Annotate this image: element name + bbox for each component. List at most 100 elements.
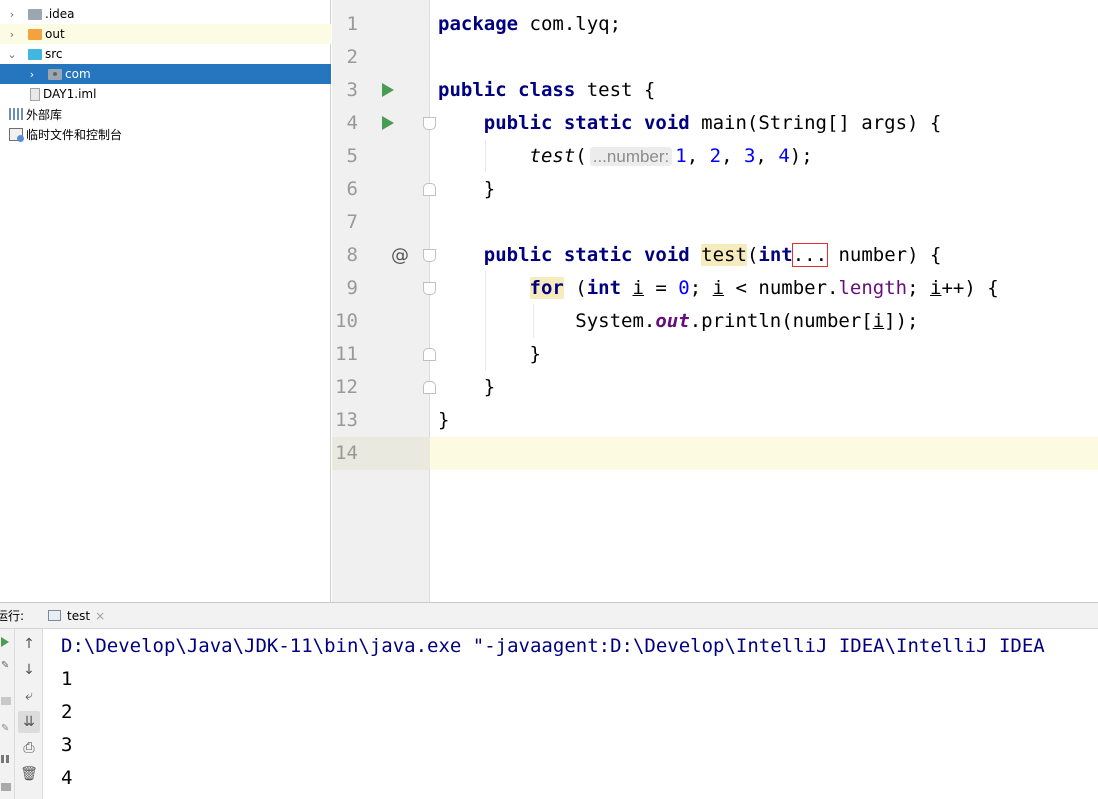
code-token: ; (689, 277, 713, 299)
code-text: } (438, 404, 449, 437)
tree-item-label: 外部库 (26, 107, 63, 122)
stop-icon[interactable] (1, 697, 11, 705)
code-token: ]); (884, 310, 919, 332)
chevron-right-icon[interactable]: › (6, 8, 18, 21)
static-field: out (655, 310, 690, 332)
console-tab-icon (48, 610, 62, 621)
line-number: 3 (346, 79, 358, 101)
print-icon[interactable]: ⎙ (18, 737, 40, 759)
code-token: ++) { (941, 277, 999, 299)
code-text: public static void test(int... number) { (438, 239, 941, 272)
keyword: int (758, 244, 793, 266)
scratch-icon (9, 127, 24, 142)
code-line: 8 @ public static void test(int... numbe… (332, 239, 1098, 272)
pin-icon[interactable]: ✎ (1, 724, 11, 734)
code-text: for (int i = 0; i < number.length; i++) … (438, 272, 999, 305)
close-icon[interactable]: × (95, 609, 105, 623)
run-tab-label: test (67, 608, 91, 623)
method-name: test (701, 244, 747, 266)
settings-icon[interactable] (1, 783, 11, 791)
tree-item-com[interactable]: › com (0, 64, 331, 84)
field: length (838, 277, 908, 299)
library-icon (9, 108, 23, 120)
code-token: } (529, 343, 541, 365)
fold-icon[interactable] (423, 282, 436, 295)
code-line: 5 test(...number: 1, 2, 3, 4); (332, 140, 1098, 173)
tree-item-out[interactable]: › out (0, 24, 331, 44)
keyword: class (518, 79, 576, 101)
keyword: void (643, 112, 690, 134)
folder-icon (28, 8, 42, 20)
console-line: D:\Develop\Java\JDK-11\bin\java.exe "-ja… (61, 635, 1045, 657)
line-number: 1 (346, 13, 358, 35)
variable: i (712, 277, 725, 299)
line-number: 7 (346, 211, 358, 233)
console-line: 2 (61, 701, 73, 723)
code-editor[interactable]: 1 package com.lyq; 2 3 public class test… (332, 0, 1098, 602)
chevron-right-icon[interactable]: › (26, 68, 38, 81)
fold-icon[interactable] (423, 249, 436, 262)
chevron-right-icon[interactable]: › (6, 28, 18, 41)
varargs-highlight: ... (791, 243, 829, 267)
code-text: } (438, 338, 541, 371)
fold-icon[interactable] (423, 117, 436, 130)
code-token: , (721, 145, 744, 167)
code-line: 12 } (332, 371, 1098, 404)
wrench-icon[interactable]: ✎ (1, 661, 11, 671)
run-side-toolbar: ✎ ✎ (0, 629, 15, 799)
code-line: 2 (332, 41, 1098, 74)
code-token: ( (563, 277, 587, 299)
line-number: 13 (335, 409, 358, 431)
keyword: static (563, 112, 633, 134)
code-token: number) { (827, 244, 942, 266)
fold-end-icon[interactable] (423, 381, 436, 394)
arrow-down-icon[interactable]: ↓ (18, 659, 40, 681)
console-output[interactable]: D:\Develop\Java\JDK-11\bin\java.exe "-ja… (43, 629, 1098, 799)
run-panel-label: 运行: (0, 609, 25, 623)
module-file-icon (30, 87, 40, 101)
scroll-to-end-icon[interactable]: ⇊ (18, 711, 40, 733)
tree-item-day1-iml[interactable]: DAY1.iml (0, 84, 331, 104)
code-line: 13 } (332, 404, 1098, 437)
chevron-down-icon[interactable]: ⌄ (6, 48, 18, 61)
keyword: int (586, 277, 622, 299)
run-class-icon[interactable] (382, 83, 394, 97)
tree-item-external-libraries[interactable]: 外部库 (0, 104, 331, 124)
line-number: 4 (346, 112, 358, 134)
fold-end-icon[interactable] (423, 348, 436, 361)
tree-item-scratches[interactable]: 临时文件和控制台 (0, 124, 331, 144)
variable: i (930, 277, 942, 299)
line-number: 10 (335, 310, 358, 332)
code-token: System. (575, 310, 656, 332)
tree-item-label: src (45, 47, 63, 61)
line-number: 2 (346, 46, 358, 68)
run-tab-test[interactable]: test × (44, 602, 109, 629)
code-token: } (483, 178, 496, 200)
code-text: } (438, 173, 495, 206)
soft-wrap-icon[interactable]: ⤶ (18, 685, 40, 707)
code-line: 14 (332, 437, 430, 470)
run-method-icon[interactable] (382, 116, 394, 130)
method-call: test (529, 145, 576, 167)
code-line: 6 } (332, 173, 1098, 206)
code-text: package com.lyq; (438, 8, 621, 41)
fold-end-icon[interactable] (423, 183, 436, 196)
usages-at-icon[interactable]: @ (391, 239, 409, 272)
code-line: 11 } (332, 338, 1098, 371)
tree-item-label: out (45, 27, 65, 41)
code-line: 3 public class test { (332, 74, 1098, 107)
layout-icon[interactable] (1, 755, 11, 763)
keyword: static (563, 244, 633, 266)
number-literal: 0 (678, 277, 690, 299)
code-line: 7 (332, 206, 1098, 239)
tree-item-src[interactable]: ⌄ src (0, 44, 331, 64)
arrow-up-icon[interactable]: ↑ (18, 633, 40, 655)
keyword: package (438, 13, 519, 35)
code-token: main(String[] args) { (689, 112, 942, 134)
trash-icon[interactable]: 🗑 (18, 763, 40, 785)
tree-item-idea[interactable]: › .idea (0, 4, 331, 24)
code-line: 4 public static void main(String[] args)… (332, 107, 1098, 140)
number-literal: 1 (675, 145, 687, 167)
rerun-icon[interactable] (1, 637, 9, 647)
